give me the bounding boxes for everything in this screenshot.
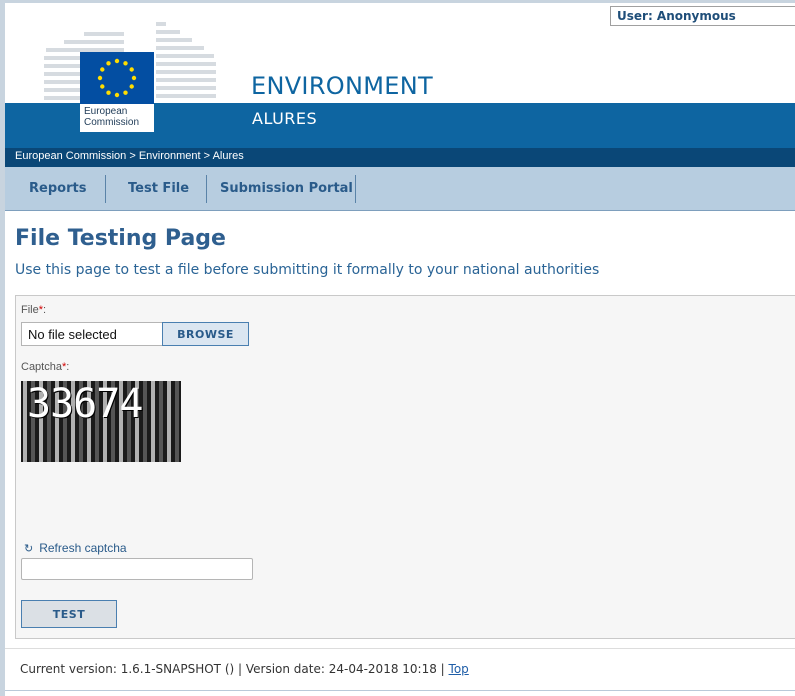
site-subtitle: ALURES <box>252 109 318 128</box>
page-title: File Testing Page <box>15 226 226 251</box>
breadcrumb: European Commission > Environment > Alur… <box>5 148 795 167</box>
nav-separator <box>206 175 207 203</box>
site-title: ENVIRONMENT <box>251 72 433 100</box>
nav-item-submission-portal[interactable]: Submission Portal <box>220 175 353 203</box>
captcha-label: Captcha*: <box>21 361 70 373</box>
nav-separator <box>105 175 106 203</box>
test-form-panel <box>15 295 795 639</box>
eu-flag-icon <box>80 52 154 104</box>
refresh-captcha-link[interactable]: ↻ Refresh captcha <box>24 541 127 555</box>
nav-separator <box>355 175 356 203</box>
browse-button[interactable]: BROWSE <box>162 322 249 346</box>
footer-divider <box>5 648 795 649</box>
logo-text: European Commission <box>84 106 140 128</box>
bottom-border <box>5 690 795 691</box>
breadcrumb-separator: > <box>203 150 211 162</box>
file-input[interactable]: No file selected <box>21 322 163 346</box>
breadcrumb-item-commission[interactable]: European Commission <box>15 150 126 162</box>
breadcrumb-item-environment[interactable]: Environment <box>139 150 201 162</box>
nav-item-reports[interactable]: Reports <box>29 175 86 203</box>
page-frame-top <box>0 0 795 3</box>
version-info: Current version: 1.6.1-SNAPSHOT () | Ver… <box>20 662 445 676</box>
user-indicator: User: Anonymous <box>610 6 795 26</box>
test-button[interactable]: TEST <box>21 600 117 628</box>
top-link[interactable]: Top <box>449 662 469 676</box>
captcha-text: 33674 <box>27 381 143 427</box>
refresh-icon: ↻ <box>24 543 34 555</box>
page-description: Use this page to test a file before subm… <box>15 262 600 278</box>
main-nav: Reports Test File Submission Portal <box>5 167 795 211</box>
footer: Current version: 1.6.1-SNAPSHOT () | Ver… <box>20 662 469 676</box>
nav-item-test-file[interactable]: Test File <box>128 175 189 203</box>
captcha-input[interactable] <box>21 558 253 580</box>
breadcrumb-item-alures: Alures <box>212 150 244 162</box>
file-label: File*: <box>21 304 47 316</box>
captcha-image: 33674 <box>21 381 181 462</box>
breadcrumb-separator: > <box>129 150 136 162</box>
european-commission-logo[interactable]: European Commission <box>80 52 154 132</box>
